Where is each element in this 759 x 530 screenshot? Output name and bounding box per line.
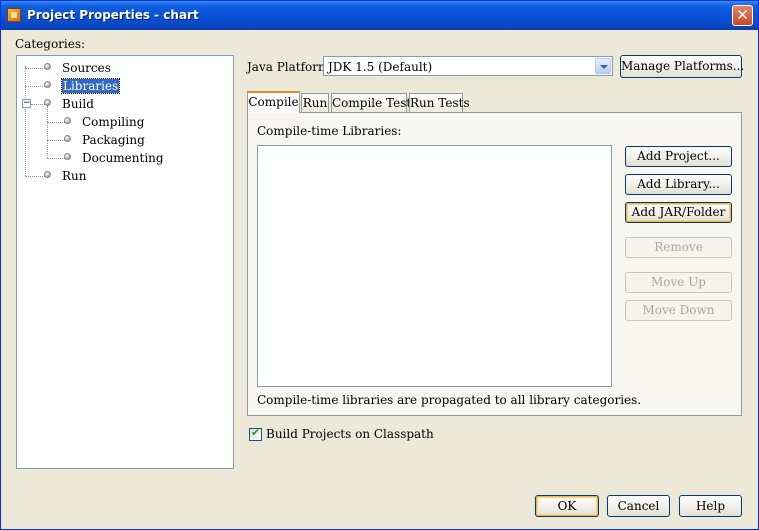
tree-item-libraries[interactable]: Libraries (60, 78, 121, 94)
ok-button[interactable]: OK (535, 495, 599, 517)
build-projects-checkbox[interactable] (249, 426, 262, 441)
categories-label: Categories: (15, 37, 86, 51)
help-button[interactable]: Help (679, 495, 742, 517)
node-icon (64, 153, 71, 160)
java-platform-label: Java Platform: (247, 60, 334, 74)
dialog-window: Project Properties - chart ✕ Categories:… (0, 0, 759, 530)
tree-item-packaging[interactable]: Packaging (82, 133, 145, 147)
add-project-button[interactable]: Add Project... (625, 146, 732, 167)
java-platform-select[interactable]: JDK 1.5 (Default) (323, 56, 613, 76)
tree-item-compiling[interactable]: Compiling (82, 115, 144, 129)
node-icon (44, 81, 51, 88)
node-icon (44, 99, 51, 106)
categories-tree[interactable]: Sources Libraries − Build Compiling Pack… (16, 55, 234, 469)
compile-libraries-label: Compile-time Libraries: (257, 124, 402, 138)
collapse-toggle-icon[interactable]: − (22, 99, 31, 108)
tree-line (47, 106, 48, 158)
tree-item-sources[interactable]: Sources (62, 61, 111, 75)
add-jar-folder-button[interactable]: Add JAR/Folder (625, 202, 732, 223)
remove-button[interactable]: Remove (625, 237, 732, 258)
move-up-button[interactable]: Move Up (625, 272, 732, 293)
dropdown-arrow-icon[interactable] (595, 58, 611, 74)
java-platform-value: JDK 1.5 (Default) (328, 60, 433, 74)
tree-item-documenting[interactable]: Documenting (82, 151, 164, 165)
tree-item-build[interactable]: Build (62, 97, 94, 111)
compile-libraries-list[interactable] (257, 145, 612, 387)
manage-platforms-button[interactable]: Manage Platforms... (620, 55, 744, 78)
project-icon (7, 8, 21, 22)
build-projects-label[interactable]: Build Projects on Classpath (266, 427, 434, 441)
title-bar[interactable]: Project Properties - chart ✕ (1, 1, 758, 30)
compile-footer-note: Compile-time libraries are propagated to… (257, 393, 642, 407)
close-icon[interactable]: ✕ (732, 5, 753, 26)
tab-run[interactable]: Run (301, 93, 329, 113)
tree-line (25, 66, 26, 176)
add-library-button[interactable]: Add Library... (625, 174, 732, 195)
window-title: Project Properties - chart (27, 8, 199, 22)
tab-compile[interactable]: Compile (247, 91, 300, 113)
tab-run-tests[interactable]: Run Tests (409, 93, 470, 113)
move-down-button[interactable]: Move Down (625, 300, 732, 321)
cancel-button[interactable]: Cancel (607, 495, 670, 517)
node-icon (44, 171, 51, 178)
node-icon (64, 117, 71, 124)
tree-item-run[interactable]: Run (62, 169, 87, 183)
node-icon (44, 63, 51, 70)
tab-compile-tests[interactable]: Compile Tests (331, 93, 417, 113)
node-icon (64, 135, 71, 142)
